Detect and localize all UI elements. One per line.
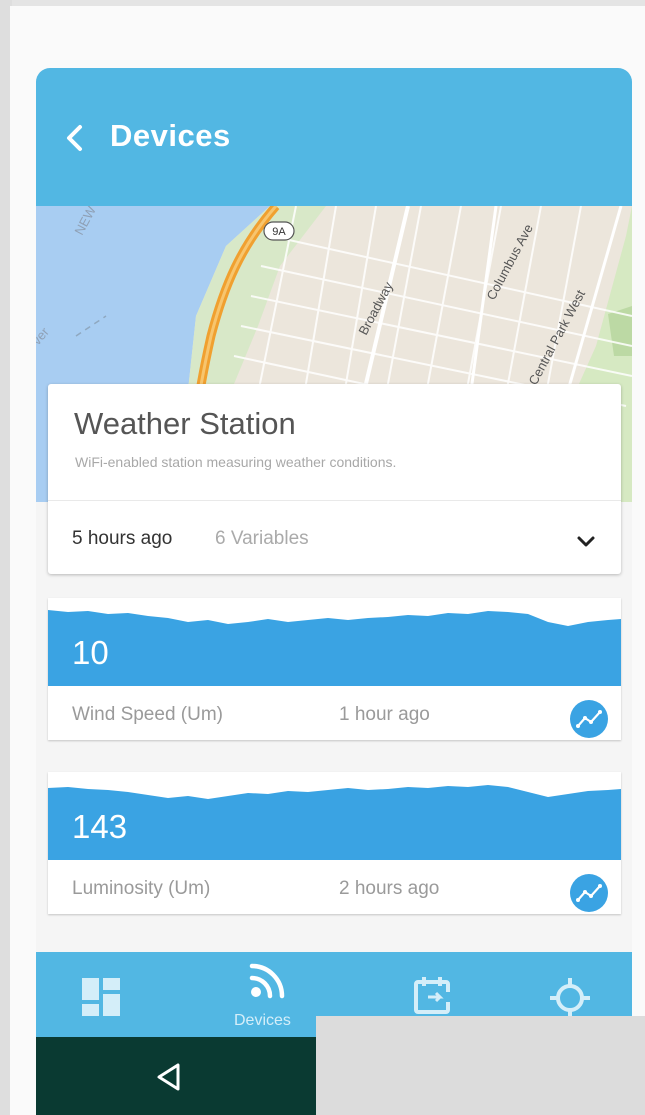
card-divider: [48, 500, 621, 501]
variable-sparkline: [48, 610, 621, 686]
triangle-back-icon[interactable]: [154, 1061, 184, 1093]
app-header: Devices: [36, 68, 632, 206]
device-name: Weather Station: [74, 406, 296, 441]
device-last-seen: 5 hours ago: [72, 528, 173, 549]
location-icon: [550, 978, 590, 1018]
devices-icon: [249, 963, 285, 999]
nav-item-dashboard[interactable]: [64, 952, 144, 1047]
device-card: Weather Station WiFi-enabled station mea…: [48, 384, 621, 574]
app-window: Devices 9A Broadway Columbus Ave Central…: [36, 68, 632, 1115]
system-navigation-bar: [36, 1037, 316, 1115]
events-icon: [414, 977, 456, 1014]
nav-item-devices[interactable]: Devices: [218, 952, 318, 1047]
variable-name: Luminosity (Um): [72, 878, 211, 899]
dashboard-icon: [82, 978, 120, 1016]
device-description: WiFi-enabled station measuring weather c…: [75, 454, 397, 470]
line-chart-icon[interactable]: [568, 872, 610, 914]
page-title: Devices: [110, 118, 231, 153]
variable-name: Wind Speed (Um): [72, 704, 223, 725]
map-route-label: 9A: [272, 226, 286, 238]
variable-time: 1 hour ago: [339, 704, 430, 725]
variable-value: 143: [72, 808, 128, 845]
variable-card-wind-speed[interactable]: 10 Wind Speed (Um) 1 hour ago: [48, 598, 621, 740]
variable-value: 10: [72, 634, 109, 671]
variable-card-luminosity[interactable]: 143 Luminosity (Um) 2 hours ago: [48, 772, 621, 914]
device-variables-count: 6 Variables: [215, 528, 309, 549]
chevron-left-icon[interactable]: [62, 120, 88, 156]
variable-time: 2 hours ago: [339, 878, 440, 899]
line-chart-icon[interactable]: [568, 698, 610, 740]
overlay-panel: [316, 1016, 645, 1115]
variable-sparkline: [48, 785, 621, 860]
chevron-down-icon[interactable]: [576, 535, 596, 549]
nav-label-devices: Devices: [234, 1012, 291, 1029]
